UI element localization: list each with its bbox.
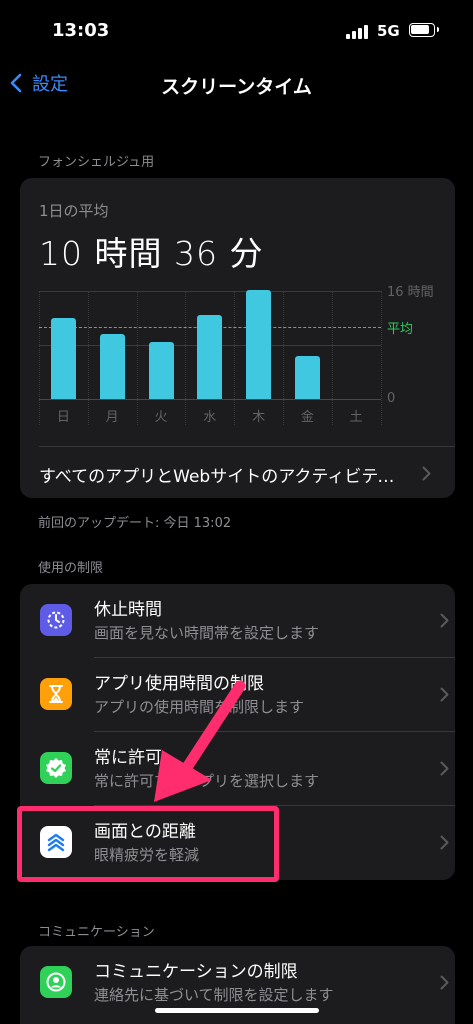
- chevron-right-icon: [440, 835, 449, 850]
- highlight-box: [17, 806, 279, 882]
- chart-bar[interactable]: [148, 341, 174, 399]
- chart-day-label: 水: [203, 410, 217, 425]
- chart-y-min-label: 0: [387, 391, 396, 406]
- pointer-arrow-icon: [154, 680, 246, 802]
- chevron-right-icon: [440, 975, 449, 990]
- home-indicator[interactable]: [155, 1008, 319, 1013]
- weekly-usage-chart[interactable]: 16 時間 平均 0 日 月 火 水 木 金 土: [20, 278, 455, 428]
- chart-day-label: 月: [105, 410, 119, 425]
- person-circle-icon: [40, 966, 72, 998]
- usage-summary-card: 1日の平均 10 時間 36 分 16 時間 平均 0 日 月 火 水 木 金 土 すべての…: [20, 178, 455, 498]
- chart-day-label: 日: [56, 410, 70, 425]
- chart-column-separator: [331, 291, 333, 425]
- all-activity-row[interactable]: すべてのアプリとWebサイトのアクティビティを確認: [20, 448, 455, 498]
- network-type: 5G: [377, 22, 400, 40]
- card-divider: [39, 446, 455, 447]
- section-header-limits: 使用の制限: [38, 561, 104, 576]
- chart-day-label: 土: [349, 410, 363, 425]
- chart-column-separator: [87, 291, 89, 425]
- chevron-right-icon: [440, 761, 449, 776]
- section-header-communication: コミュニケーション: [38, 925, 155, 940]
- daily-average-label: 1日の平均: [39, 202, 109, 220]
- daily-average-value: 10 時間 36 分: [39, 234, 264, 273]
- downtime-row[interactable]: 休止時間 画面を見ない時間帯を設定します: [20, 584, 455, 658]
- section-header-device: フォンシェルジュ用: [38, 155, 155, 170]
- checkmark-seal-icon: [40, 752, 72, 784]
- chart-day-label: 火: [154, 410, 168, 425]
- cellular-signal-icon: [346, 25, 368, 39]
- chart-average-label: 平均: [387, 322, 414, 337]
- downtime-title: 休止時間: [94, 600, 162, 620]
- chevron-right-icon: [440, 687, 449, 702]
- chart-column-separator: [283, 291, 284, 425]
- chart-baseline: [39, 399, 381, 400]
- status-time: 13:03: [52, 20, 110, 41]
- battery-icon: [409, 23, 439, 37]
- communication-limits-title: コミュニケーションの制限: [94, 962, 298, 982]
- chart-day-label: 木: [252, 410, 266, 425]
- chart-column-separator: [234, 291, 236, 425]
- chart-column-separator: [39, 291, 40, 425]
- last-update-text: 前回のアップデート: 今日 13:02: [38, 516, 232, 531]
- chart-bar[interactable]: [246, 289, 272, 399]
- downtime-icon: [40, 604, 72, 636]
- communication-limits-subtitle: 連絡先に基づいて制限を設定します: [94, 986, 334, 1004]
- page-title: スクリーンタイム: [161, 76, 312, 98]
- chart-column-separator: [185, 291, 187, 425]
- chevron-right-icon: [422, 466, 431, 481]
- all-activity-label: すべてのアプリとWebサイトのアクティビティを確認: [39, 467, 397, 487]
- chart-y-max-label: 16 時間: [387, 285, 434, 300]
- chart-bar[interactable]: [197, 314, 223, 399]
- chart-gridline-top: [39, 291, 381, 292]
- chart-column-separator: [380, 291, 382, 425]
- chart-bar[interactable]: [50, 318, 76, 399]
- hourglass-icon: [40, 678, 72, 710]
- chart-column-separator: [136, 291, 138, 425]
- chevron-right-icon: [440, 613, 449, 628]
- chart-bar[interactable]: [294, 356, 320, 399]
- chart-bar[interactable]: [99, 334, 125, 399]
- chart-day-label: 金: [300, 410, 314, 425]
- downtime-subtitle: 画面を見ない時間帯を設定します: [94, 624, 320, 642]
